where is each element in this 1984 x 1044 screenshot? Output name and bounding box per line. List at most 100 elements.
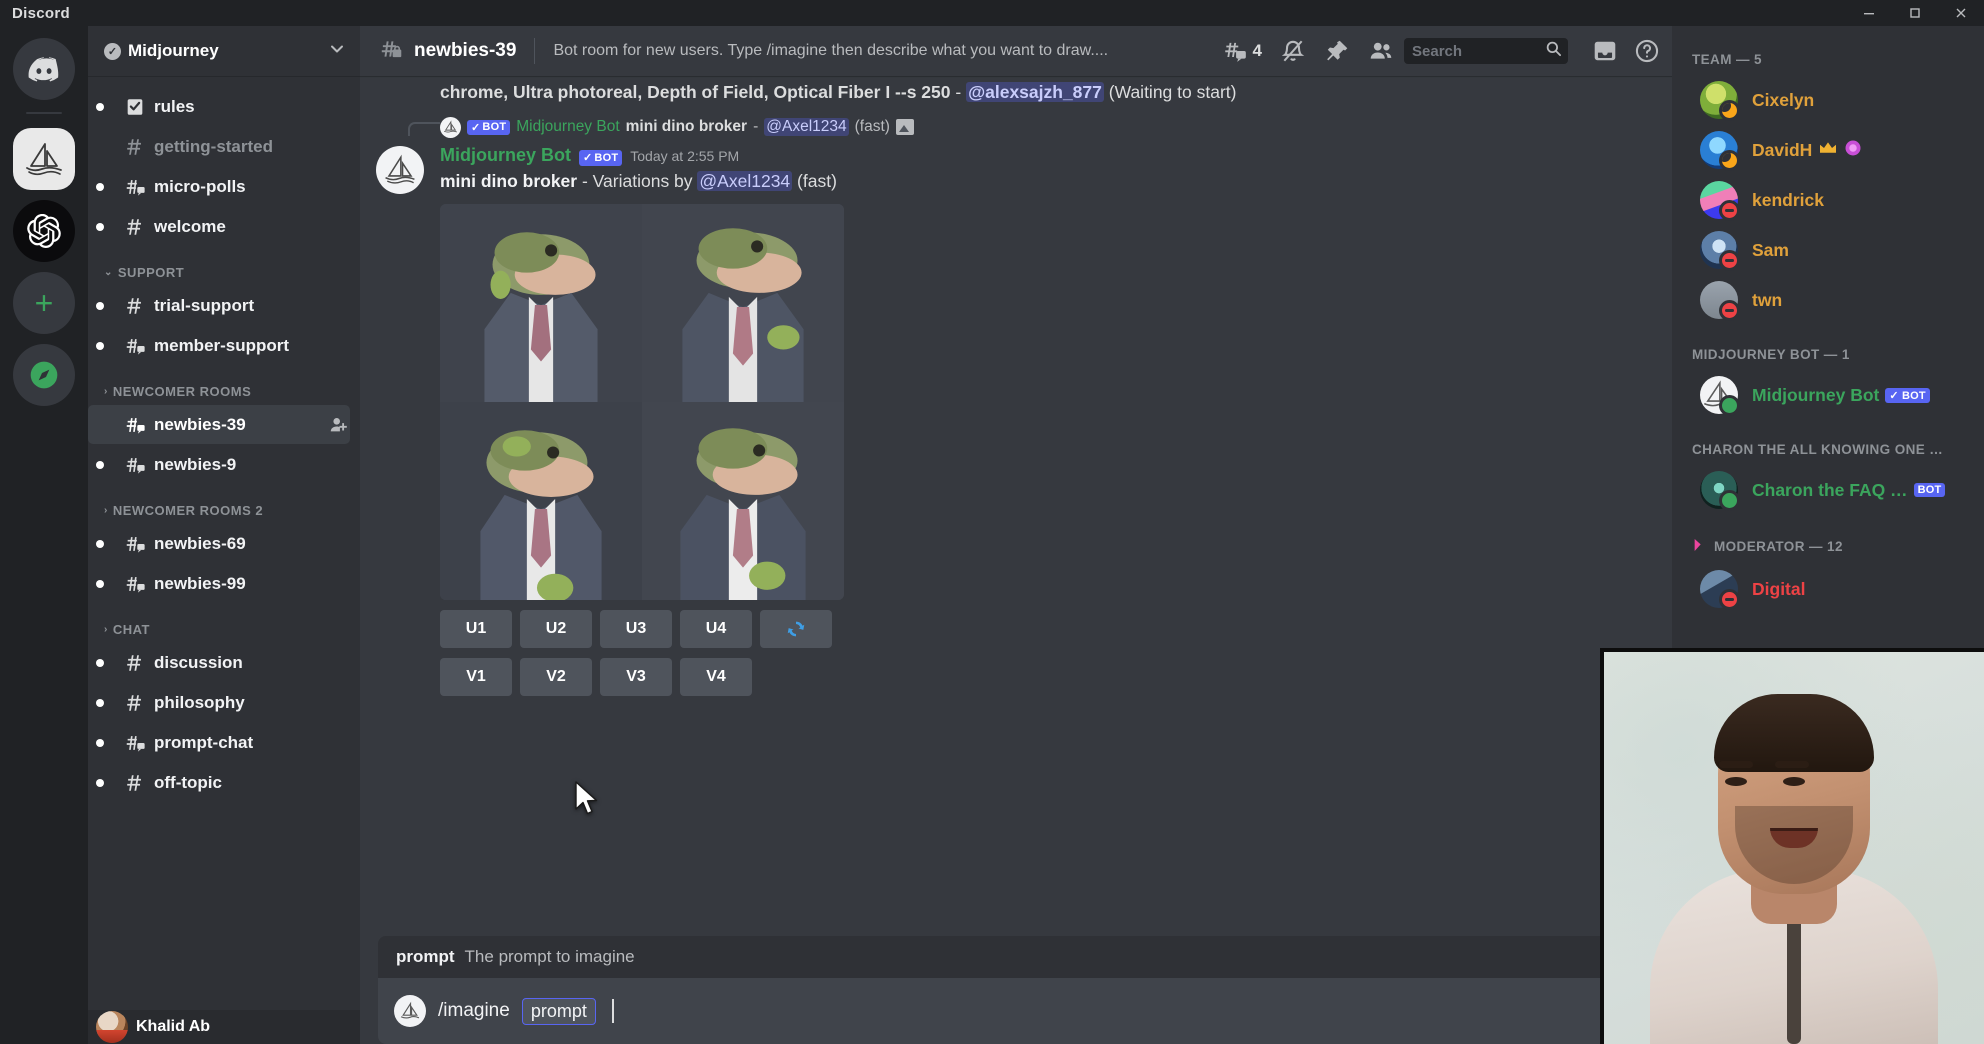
category-label: NEWCOMER ROOMS 2 xyxy=(112,503,264,518)
unread-indicator xyxy=(96,778,104,787)
member-list-icon[interactable] xyxy=(1368,38,1394,64)
member-row[interactable]: DavidH xyxy=(1680,125,1976,175)
unread-indicator xyxy=(96,579,104,588)
grid-image-4[interactable] xyxy=(642,401,844,600)
variation-button-v2[interactable]: V2 xyxy=(520,657,592,696)
member-category-charon-the-all-knowing-one: CHARON THE ALL KNOWING ONE … xyxy=(1672,420,1984,465)
command-option[interactable]: prompt The prompt to imagine xyxy=(378,936,1654,978)
channel-category-chat[interactable]: › CHAT xyxy=(88,604,360,642)
explore-servers-button[interactable] xyxy=(13,344,75,406)
upscale-button-u4[interactable]: U4 xyxy=(680,609,752,648)
invite-member-icon[interactable] xyxy=(328,414,350,436)
avatar xyxy=(1700,131,1740,171)
server-icon-direct-messages[interactable] xyxy=(13,38,75,100)
member-name-row: Cixelyn xyxy=(1752,90,1814,111)
command-argument-chip[interactable]: prompt xyxy=(521,997,596,1025)
avatar xyxy=(440,116,461,138)
member-row[interactable]: twn xyxy=(1680,275,1976,325)
refresh-icon[interactable] xyxy=(760,609,832,648)
command-suggestion-box[interactable]: prompt The prompt to imagine xyxy=(378,936,1654,978)
upscale-button-u1[interactable]: U1 xyxy=(440,609,512,648)
upscale-button-row[interactable]: U1 U2 U3 U4 xyxy=(440,609,1672,648)
upscale-button-u2[interactable]: U2 xyxy=(520,609,592,648)
search-input[interactable]: Search xyxy=(1404,38,1568,64)
compass-icon xyxy=(30,361,58,389)
user-mention[interactable]: @alexsajzh_877 xyxy=(966,82,1104,102)
add-server-button[interactable]: + xyxy=(13,272,75,334)
minimize-button[interactable] xyxy=(1846,0,1892,26)
server-icon-midjourney[interactable] xyxy=(13,128,75,190)
channel-name-label: newbies-9 xyxy=(154,454,237,474)
continued-prompt-text: chrome, Ultra photoreal, Depth of Field,… xyxy=(440,82,951,102)
member-row[interactable]: Sam xyxy=(1680,225,1976,275)
channel-category-newcomer-rooms[interactable]: › NEWCOMER ROOMS xyxy=(88,366,360,404)
notifications-muted-icon[interactable] xyxy=(1280,38,1306,64)
sidebar-channel-newbies-69[interactable]: newbies-69 xyxy=(88,524,350,563)
guild-header[interactable]: ✓ Midjourney xyxy=(88,26,360,76)
image-grid[interactable] xyxy=(440,203,844,600)
member-row[interactable]: Cixelyn xyxy=(1680,75,1976,125)
inbox-icon[interactable] xyxy=(1592,38,1618,64)
sidebar-channel-welcome[interactable]: welcome xyxy=(88,207,350,246)
upscale-button-u3[interactable]: U3 xyxy=(600,609,672,648)
channel-category-support[interactable]: ⌄ SUPPORT xyxy=(88,247,360,285)
member-category-moderator-12: MODERATOR — 12 xyxy=(1672,515,1984,564)
channel-name-label: member-support xyxy=(154,335,290,355)
channel-category-newcomer-rooms-2[interactable]: › NEWCOMER ROOMS 2 xyxy=(88,485,360,523)
user-panel[interactable]: Khalid Ab xyxy=(88,1010,360,1044)
reply-reference[interactable]: ✓ BOT Midjourney Bot mini dino broker - … xyxy=(360,105,1672,140)
sidebar-channel-off-topic[interactable]: off-topic xyxy=(88,763,350,802)
sidebar-channel-discussion[interactable]: discussion xyxy=(88,643,350,682)
member-row[interactable]: Digital xyxy=(1680,564,1976,614)
sidebar-channel-rules[interactable]: rules xyxy=(88,87,350,126)
help-icon[interactable] xyxy=(1634,38,1660,64)
channel-list[interactable]: rules getting-started micro-polls welcome ⌄ S… xyxy=(88,76,360,1010)
bot-badge: ✓ BOT xyxy=(579,149,623,167)
variation-button-v1[interactable]: V1 xyxy=(440,657,512,696)
crown-icon xyxy=(1818,140,1838,160)
server-icon-openai[interactable] xyxy=(13,200,75,262)
sidebar-channel-newbies-99[interactable]: newbies-99 xyxy=(88,564,350,603)
grid-image-2[interactable] xyxy=(642,203,844,402)
message-list[interactable]: chrome, Ultra photoreal, Depth of Field,… xyxy=(360,76,1672,926)
user-mention[interactable]: @Axel1234 xyxy=(697,171,793,192)
grid-image-1[interactable] xyxy=(440,203,642,402)
sidebar-channel-getting-started[interactable]: getting-started xyxy=(88,127,350,166)
maximize-button[interactable] xyxy=(1892,0,1938,26)
member-row[interactable]: Midjourney Bot ✓ BOT xyxy=(1680,370,1976,420)
message-composer[interactable]: /imagine prompt 🙂 xyxy=(378,978,1654,1044)
sidebar-channel-trial-support[interactable]: trial-support xyxy=(88,286,350,325)
member-category-team-5: TEAM — 5 xyxy=(1672,52,1984,75)
unread-indicator xyxy=(96,182,104,191)
variation-button-v4[interactable]: V4 xyxy=(680,657,752,696)
variation-button-row[interactable]: V1 V2 V3 V4 xyxy=(440,657,1672,696)
user-mention[interactable]: @Axel1234 xyxy=(764,118,849,137)
close-button[interactable] xyxy=(1938,0,1984,26)
sidebar-channel-member-support[interactable]: member-support xyxy=(88,326,350,365)
member-name-row: kendrick xyxy=(1752,190,1824,211)
channel-name-label: micro-polls xyxy=(154,176,246,196)
moderator-icon xyxy=(1692,537,1708,556)
channel-topic: Bot room for new users. Type /imagine th… xyxy=(553,42,1109,59)
unread-indicator xyxy=(96,738,104,747)
mouse-cursor xyxy=(574,781,600,822)
message-author[interactable]: Midjourney Bot xyxy=(440,144,571,167)
sidebar-channel-newbies-9[interactable]: newbies-9 xyxy=(88,445,350,484)
sidebar-channel-philosophy[interactable]: philosophy xyxy=(88,683,350,722)
hash-thread-icon xyxy=(124,732,146,754)
grid-image-3[interactable] xyxy=(440,401,642,600)
member-row[interactable]: kendrick xyxy=(1680,175,1976,225)
member-row[interactable]: Charon the FAQ … BOT xyxy=(1680,465,1976,515)
sidebar-channel-micro-polls[interactable]: micro-polls xyxy=(88,167,350,206)
sidebar-channel-prompt-chat[interactable]: prompt-chat xyxy=(88,723,350,762)
command-option-key: prompt xyxy=(396,947,455,966)
openai-logo-icon xyxy=(27,214,61,248)
message: Midjourney Bot ✓ BOT Today at 2:55 PM mi… xyxy=(360,140,1672,696)
pinned-messages-icon[interactable] xyxy=(1324,38,1350,64)
sidebar-channel-newbies-39[interactable]: newbies-39 xyxy=(88,405,350,444)
avatar xyxy=(1700,181,1740,221)
variation-button-v3[interactable]: V3 xyxy=(600,657,672,696)
rules-icon xyxy=(124,96,146,118)
threads-icon[interactable]: 4 xyxy=(1222,38,1262,64)
avatar[interactable] xyxy=(376,145,424,194)
